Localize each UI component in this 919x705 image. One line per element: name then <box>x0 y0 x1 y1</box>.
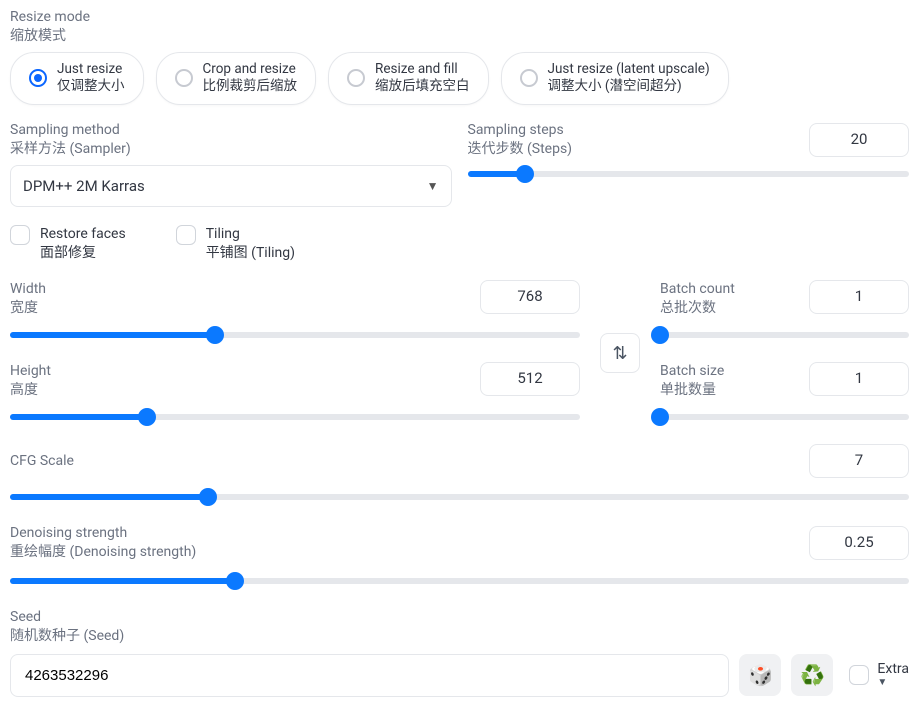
radio-icon <box>520 69 538 87</box>
extra-label: Extra <box>877 662 909 677</box>
option-label: Resize and fill <box>375 61 470 79</box>
reuse-seed-button[interactable]: ♻️ <box>791 654 833 696</box>
resize-option-just-resize[interactable]: Just resize 仅调整大小 <box>10 52 144 105</box>
checkbox-label: 平铺图 (Tiling) <box>206 244 295 263</box>
option-label: 缩放后填充空白 <box>375 78 470 96</box>
randomize-seed-button[interactable]: 🎲 <box>739 654 781 696</box>
sampling-method-label: Sampling method 采样方法 (Sampler) <box>10 121 452 159</box>
batch-size-value[interactable]: 1 <box>809 362 909 396</box>
resize-mode-label: Resize mode 缩放模式 <box>10 8 909 46</box>
option-label: 仅调整大小 <box>57 78 125 96</box>
dice-icon: 🎲 <box>748 663 773 687</box>
resize-option-crop-and-resize[interactable]: Crop and resize 比例裁剪后缩放 <box>156 52 317 105</box>
chevron-down-icon: ▼ <box>877 677 887 688</box>
radio-icon <box>175 69 193 87</box>
denoising-slider[interactable] <box>10 572 909 590</box>
checkbox-label: Restore faces <box>40 226 126 242</box>
sampling-steps-slider[interactable] <box>468 165 910 183</box>
batch-count-label: Batch count总批次数 <box>660 280 735 318</box>
cfg-scale-slider[interactable] <box>10 488 909 506</box>
restore-faces-checkbox[interactable]: Restore faces 面部修复 <box>10 225 126 263</box>
batch-count-value[interactable]: 1 <box>809 280 909 314</box>
batch-size-slider[interactable] <box>660 408 909 426</box>
sampling-steps-value[interactable]: 20 <box>809 123 909 157</box>
seed-label: Seed随机数种子 (Seed) <box>10 608 909 646</box>
seed-input[interactable] <box>10 654 729 697</box>
checkbox-icon <box>10 225 30 245</box>
resize-option-resize-and-fill[interactable]: Resize and fill 缩放后填充空白 <box>328 52 489 105</box>
sampling-steps-label: Sampling steps 迭代步数 (Steps) <box>468 121 573 159</box>
batch-size-label: Batch size单批数量 <box>660 362 724 400</box>
option-label: Just resize (latent upscale) <box>548 61 710 79</box>
denoising-value[interactable]: 0.25 <box>809 526 909 560</box>
recycle-icon: ♻️ <box>800 663 825 687</box>
tiling-checkbox[interactable]: Tiling 平铺图 (Tiling) <box>176 225 295 263</box>
option-label: 比例裁剪后缩放 <box>203 78 298 96</box>
extra-checkbox[interactable] <box>849 665 869 685</box>
cfg-scale-value[interactable]: 7 <box>809 444 909 478</box>
height-label: Height高度 <box>10 362 51 400</box>
height-value[interactable]: 512 <box>480 362 580 396</box>
cfg-scale-label: CFG Scale <box>10 452 74 470</box>
chevron-down-icon: ▼ <box>427 179 439 193</box>
radio-icon <box>29 69 47 87</box>
swap-icon: ⇅ <box>612 343 627 364</box>
swap-dimensions-button[interactable]: ⇅ <box>600 333 640 373</box>
option-label: 调整大小 (潜空间超分) <box>548 78 710 96</box>
width-value[interactable]: 768 <box>480 280 580 314</box>
height-slider[interactable] <box>10 408 580 426</box>
sampling-method-dropdown[interactable]: DPM++ 2M Karras ▼ <box>10 165 452 207</box>
width-slider[interactable] <box>10 326 580 344</box>
denoising-label: Denoising strength重绘幅度 (Denoising streng… <box>10 524 196 562</box>
checkbox-icon <box>176 225 196 245</box>
batch-count-slider[interactable] <box>660 326 909 344</box>
checkbox-label: 面部修复 <box>40 244 126 263</box>
width-label: Width宽度 <box>10 280 46 318</box>
checkbox-label: Tiling <box>206 226 240 242</box>
radio-icon <box>347 69 365 87</box>
dropdown-value: DPM++ 2M Karras <box>23 177 145 195</box>
option-label: Just resize <box>57 61 125 79</box>
option-label: Crop and resize <box>203 61 298 79</box>
resize-mode-options: Just resize 仅调整大小 Crop and resize 比例裁剪后缩… <box>10 52 909 105</box>
resize-option-latent-upscale[interactable]: Just resize (latent upscale) 调整大小 (潜空间超分… <box>501 52 729 105</box>
